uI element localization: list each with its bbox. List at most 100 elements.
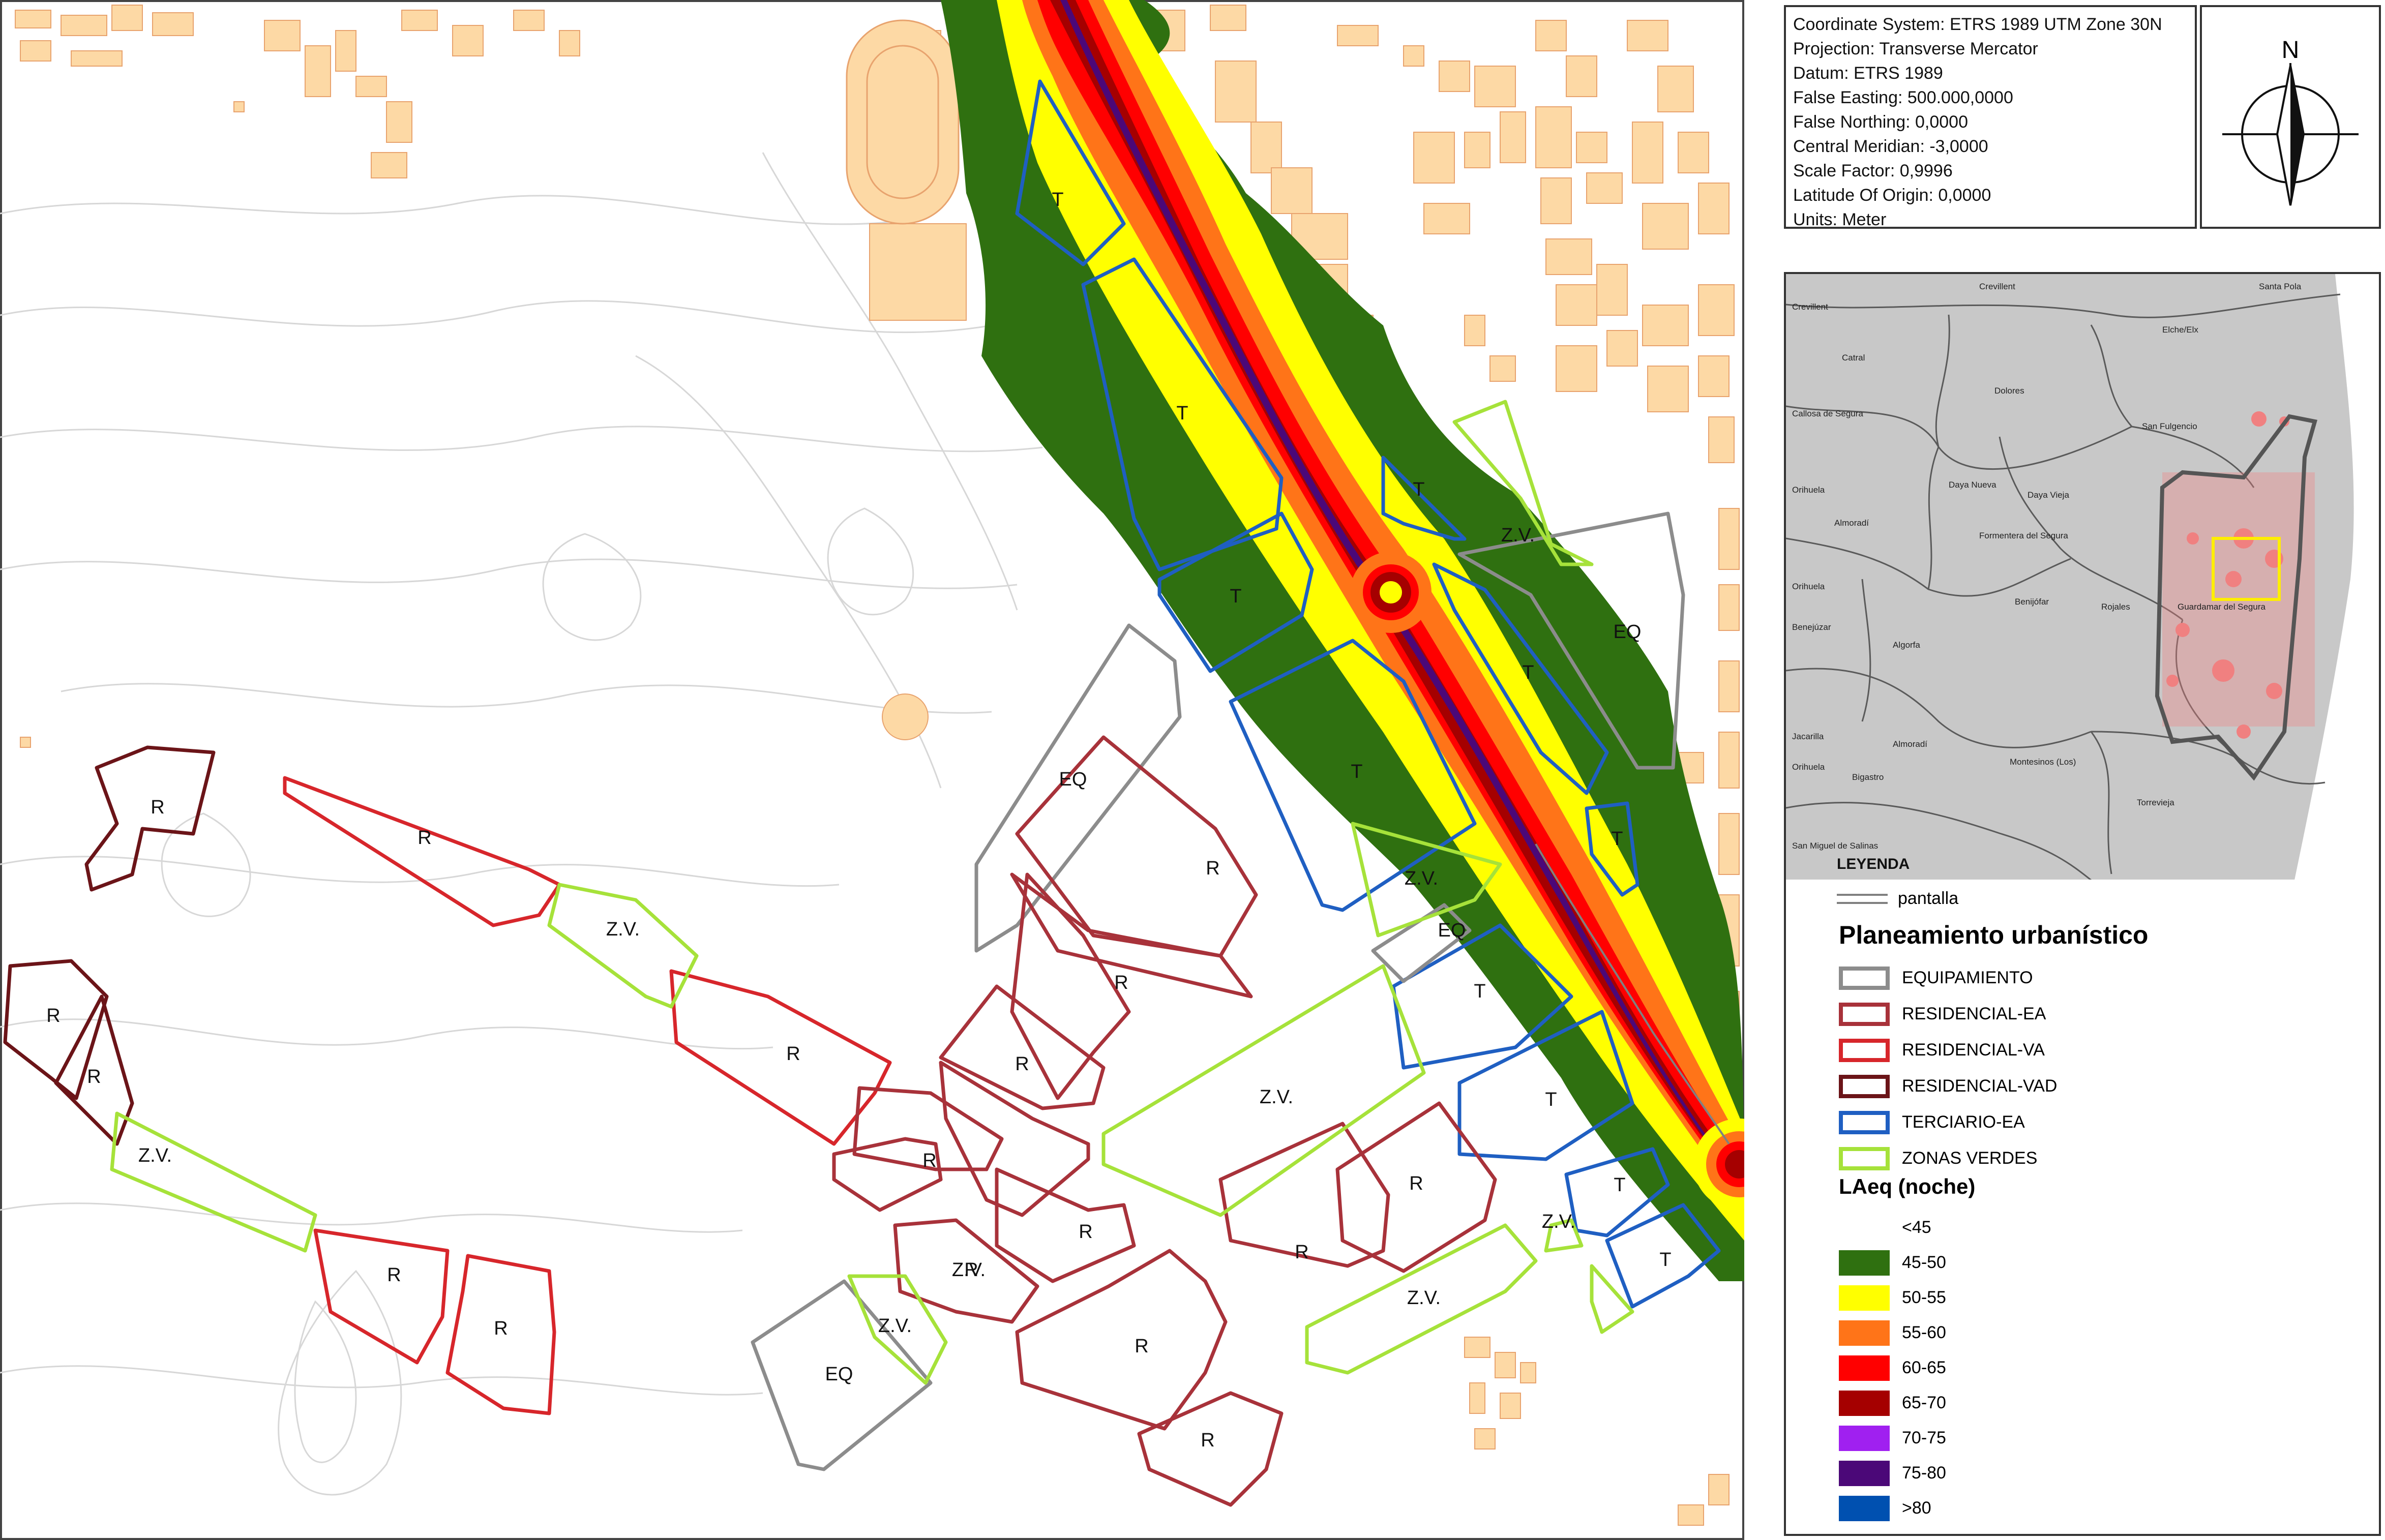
coordinate-text: Coordinate System: ETRS 1989 UTM Zone 30…	[1786, 7, 2195, 232]
noise-swatch	[1839, 1355, 1890, 1381]
inset-place-label: Catral	[1842, 353, 1865, 363]
inset-place-label: Almoradí	[1893, 739, 1927, 749]
coord-line: Central Meridian: -3,0000	[1793, 137, 1988, 156]
zone-label: Z.V.	[606, 919, 640, 940]
zone-label: R	[922, 1150, 936, 1171]
zone-label: R	[1409, 1173, 1423, 1194]
inset-place-label: Torrevieja	[2137, 798, 2174, 807]
zone-label: T	[1052, 189, 1063, 210]
inset-place-label: Crevillent	[1792, 302, 1828, 312]
zone-label: Z.V.	[878, 1315, 912, 1337]
legend-title: LEYENDA	[1837, 856, 1910, 872]
stadium	[846, 19, 960, 225]
zone-label: R	[494, 1318, 508, 1339]
planning-title: Planeamiento urbanístico	[1839, 921, 2149, 949]
planning-legend-label: RESIDENCIAL-VAD	[1902, 1076, 2058, 1096]
noise-legend-label: 45-50	[1902, 1253, 1946, 1272]
noise-legend-label: 65-70	[1902, 1393, 1946, 1412]
noise-legend-label: 50-55	[1902, 1288, 1946, 1307]
inset-place-label: Orihuela	[1792, 762, 1825, 772]
pantalla-swatch-icon	[1837, 893, 1888, 904]
inset-place-label: Daya Vieja	[2028, 490, 2069, 500]
inset-place-label: Elche/Elx	[2162, 325, 2198, 335]
planning-legend-item: RESIDENCIAL-EA	[1839, 996, 2057, 1032]
noise-legend-label: >80	[1902, 1498, 1931, 1518]
zone-label: Z.V.	[1542, 1211, 1575, 1232]
zone-label: T	[1545, 1089, 1557, 1110]
zone-label: R	[1201, 1430, 1214, 1451]
inset-place-label: Daya Nueva	[1949, 480, 1996, 490]
zone-label: R	[1295, 1242, 1308, 1263]
planning-legend-item: TERCIARIO-EA	[1839, 1104, 2057, 1140]
inset-place-label: San Fulgencio	[2142, 421, 2197, 431]
noise-swatch	[1839, 1425, 1890, 1451]
planning-swatch	[1839, 1074, 1890, 1098]
coord-line: Scale Factor: 0,9996	[1793, 161, 1953, 180]
planning-swatch	[1839, 966, 1890, 990]
zone-label: Z.V.	[952, 1259, 986, 1281]
inset-place-label: San Miguel de Salinas	[1792, 841, 1878, 851]
main-map[interactable]: TTTTTTTTTTTEQEQEQEQRRRRRRRRRRRRRRRRRZ.V.…	[0, 0, 1744, 1540]
zone-label: R	[1015, 1053, 1029, 1075]
zone-label: R	[418, 827, 431, 849]
inset-place-label: Jacarilla	[1792, 732, 1824, 741]
inset-place-label: Guardamar del Segura	[2178, 602, 2265, 612]
noise-legend-item: 60-65	[1839, 1350, 1946, 1385]
coord-line: Coordinate System: ETRS 1989 UTM Zone 30…	[1793, 15, 2162, 34]
planning-swatch	[1839, 1146, 1890, 1170]
inset-place-label: Orihuela	[1792, 582, 1825, 591]
noise-legend-item: 55-60	[1839, 1315, 1946, 1350]
noise-legend-label: 70-75	[1902, 1428, 1946, 1447]
noise-title: LAeq (noche)	[1839, 1174, 1976, 1198]
planning-swatch	[1839, 1002, 1890, 1026]
coord-line: Projection: Transverse Mercator	[1793, 39, 2038, 58]
inset-map: Crevillent Crevillent Santa Pola Elche/E…	[1785, 274, 2379, 881]
zone-label: R	[786, 1043, 800, 1065]
coord-line: False Northing: 0,0000	[1793, 112, 1968, 132]
noise-swatch	[1839, 1495, 1890, 1521]
inset-place-label: Algorfa	[1893, 640, 1920, 650]
noise-swatch	[1839, 1390, 1890, 1416]
inset-place-label: Almoradí	[1834, 518, 1869, 528]
planning-legend-label: EQUIPAMIENTO	[1902, 968, 2033, 987]
zone-label: T	[1659, 1249, 1671, 1271]
noise-legend-label: 55-60	[1902, 1323, 1946, 1342]
noise-legend-label: <45	[1902, 1218, 1931, 1237]
noise-legend-item: 70-75	[1839, 1421, 1946, 1456]
planning-legend: EQUIPAMIENTO RESIDENCIAL-EA RESIDENCIAL-VA…	[1839, 960, 2057, 1176]
zone-label: T	[1522, 662, 1534, 683]
zone-label: Z.V.	[1260, 1086, 1293, 1108]
planning-legend-label: TERCIARIO-EA	[1902, 1112, 2025, 1132]
zone-label: T	[1614, 1174, 1625, 1196]
inset-map-panel[interactable]: Crevillent Crevillent Santa Pola Elche/E…	[1784, 272, 2381, 882]
planning-legend-item: ZONAS VERDES	[1839, 1140, 2057, 1176]
zone-label: EQ	[825, 1364, 853, 1385]
inset-place-label: Bigastro	[1852, 772, 1884, 782]
noise-legend-item: <45	[1839, 1210, 1946, 1245]
noise-legend-item: 65-70	[1839, 1385, 1946, 1421]
planning-swatch	[1839, 1110, 1890, 1134]
planning-legend-label: RESIDENCIAL-VA	[1902, 1040, 2045, 1060]
north-arrow-panel: N	[2200, 5, 2381, 229]
zone-label: R	[151, 797, 164, 818]
planning-legend-label: ZONAS VERDES	[1902, 1149, 2038, 1168]
noise-swatch	[1839, 1285, 1890, 1311]
inset-place-label: Rojales	[2101, 602, 2130, 612]
zone-label: T	[1230, 586, 1241, 607]
noise-swatch	[1839, 1320, 1890, 1346]
noise-legend-item: >80	[1839, 1491, 1946, 1526]
planning-legend-label: RESIDENCIAL-EA	[1902, 1004, 2046, 1023]
noise-legend-item: 75-80	[1839, 1456, 1946, 1491]
zone-label: R	[387, 1264, 401, 1286]
noise-legend: <45 45-50 50-55 55-60 60-65 65-70 70-75 75-80 >8…	[1839, 1210, 1946, 1526]
north-arrow-icon: N	[2222, 37, 2359, 206]
coordinate-panel: Coordinate System: ETRS 1989 UTM Zone 30…	[1784, 5, 2197, 229]
noise-legend-label: 60-65	[1902, 1358, 1946, 1377]
zone-label: Z.V.	[1405, 868, 1438, 889]
noise-legend-item: 45-50	[1839, 1245, 1946, 1280]
noise-legend-label: 75-80	[1902, 1463, 1946, 1483]
planning-legend-item: EQUIPAMIENTO	[1839, 960, 2057, 996]
zone-label: T	[1176, 403, 1188, 424]
noise-swatch	[1839, 1250, 1890, 1276]
zone-label: R	[87, 1066, 101, 1088]
